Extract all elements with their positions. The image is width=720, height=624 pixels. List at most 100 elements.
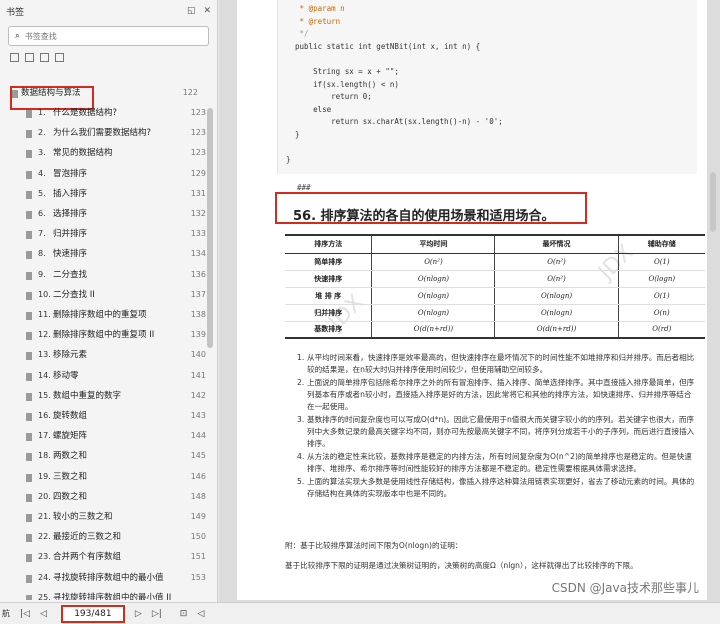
bookmark-icon <box>26 413 32 421</box>
bookmark-item[interactable]: 11. 删除排序数组中的重复项 138 <box>26 310 210 321</box>
bookmark-item[interactable]: 8. 快速排序 134 <box>26 249 210 260</box>
bookmark-title: 合并两个有序数组 <box>53 552 122 563</box>
bookmark-item[interactable]: 4. 冒泡排序 129 <box>26 169 210 180</box>
pin-icon[interactable]: ◱ <box>187 6 196 16</box>
page-indicator[interactable]: 193/481 <box>60 604 125 623</box>
bookmark-icon <box>26 594 32 600</box>
bookmark-item[interactable]: 1. 什么是数据结构? 123 <box>26 108 210 119</box>
bookmark-item[interactable]: 2. 为什么我们需要数据结构? 123 <box>26 128 210 139</box>
bookmark-item[interactable]: 7. 归并排序 133 <box>26 229 210 240</box>
bookmark-item[interactable]: 23. 合并两个有序数组 151 <box>26 552 210 563</box>
note-item: 5. 上面的算法实现大多数是使用线性存储结构，像插入排序这种算法用链表实现更好，省… <box>297 476 697 500</box>
bookmark-item[interactable]: 22. 最接近的三数之和 150 <box>26 532 210 543</box>
bookmark-item[interactable]: 10. 二分查找 II 137 <box>26 290 210 301</box>
nav-label: 航 <box>2 609 10 618</box>
bookmark-item[interactable]: 5. 插入排序 131 <box>26 189 210 200</box>
bookmark-title: 归并排序 <box>53 229 88 240</box>
table-cell: O(nlogn) <box>371 304 496 322</box>
bookmark-item[interactable]: 12. 删除排序数组中的重复项 II 139 <box>26 330 210 341</box>
bookmark-page: 151 <box>190 552 206 562</box>
bookmark-item[interactable]: 19. 三数之和 146 <box>26 472 210 483</box>
bookmark-number: 25. <box>38 592 51 600</box>
bookmark-title: 二分查找 <box>53 269 88 280</box>
bookmark-icon <box>26 190 32 199</box>
code-line: else <box>286 104 332 114</box>
bookmark-item[interactable]: 21. 较小的三数之和 149 <box>26 512 210 523</box>
bookmark-item[interactable]: 16. 旋转数组 143 <box>26 411 210 422</box>
bookmark-page: 141 <box>190 370 206 380</box>
bookmark-page: 122 <box>182 88 198 97</box>
bookmark-page: 145 <box>190 451 206 461</box>
table-cell: O(rd) <box>618 321 705 339</box>
code-line: * @param n <box>286 4 345 13</box>
bookmark-icon <box>26 170 32 179</box>
bookmark-item[interactable]: 3. 常见的数据结构 123 <box>26 148 210 159</box>
close-icon[interactable]: ✕ <box>203 6 211 16</box>
bookmark-page: 133 <box>190 229 206 239</box>
bookmark-number: 7. <box>38 229 46 239</box>
delete-bookmark-icon[interactable] <box>55 52 64 62</box>
bookmark-item[interactable]: 14. 移动零 141 <box>26 371 210 382</box>
table-cell: O(n²) <box>494 253 619 271</box>
bookmark-search-input[interactable] <box>24 31 175 41</box>
bookmark-number: 16. <box>38 411 51 420</box>
bookmark-icon <box>26 493 32 502</box>
next-page-icon[interactable]: ▷ <box>135 609 142 619</box>
pdf-page: JDX JDX JDX * @param n * @return */ publ… <box>237 0 707 600</box>
bookmark-number: 5. <box>38 188 46 198</box>
code-line: * @return <box>286 16 341 26</box>
bookmark-item[interactable]: 17. 螺旋矩阵 144 <box>26 431 210 442</box>
bookmark-item[interactable]: 20. 四数之和 148 <box>26 492 210 503</box>
bookmark-item[interactable]: 18. 两数之和 145 <box>26 451 210 462</box>
document-scrollbar[interactable] <box>710 0 718 600</box>
bookmark-sidebar: 书签 ◱ ✕ ⌕ 数据结构与算法 122 1. 什么是数据结构? 123 2. 为什么我… <box>0 0 218 602</box>
prev-page-icon[interactable]: ◁ <box>40 609 47 619</box>
bookmark-page: 123 <box>190 148 206 158</box>
bookmark-title: 两数之和 <box>53 451 88 462</box>
bookmark-item[interactable]: 6. 选择排序 132 <box>26 209 210 220</box>
bookmark-number: 8. <box>38 249 46 259</box>
bookmark-page: 150 <box>190 532 206 542</box>
bookmark-page: 131 <box>190 188 206 198</box>
sidebar-scrollbar[interactable] <box>207 108 213 348</box>
bookmark-number: 14. <box>38 370 51 380</box>
bookmark-item[interactable]: 25. 寻找旋转排序数组中的最小值 II <box>26 593 210 600</box>
proof-body: 基于比较排序下限的证明是通过决策树证明的，决策树的高度Ω（nlgn），这样就得出… <box>285 561 638 570</box>
bookmark-page: 146 <box>190 471 206 481</box>
bookmark-item[interactable]: 9. 二分查找 136 <box>26 270 210 281</box>
bookmark-item[interactable]: 13. 移除元素 140 <box>26 350 210 361</box>
notes-list: 1. 从平均时间来看，快速排序是效率最高的，但快速排序在最坏情况下的时间性能不如堆… <box>297 352 697 501</box>
bookmark-number: 22. <box>38 532 51 542</box>
bookmark-item[interactable]: 24. 寻找旋转排序数组中的最小值 153 <box>26 573 210 584</box>
bookmark-title: 选择排序 <box>53 209 88 219</box>
bookmark-root-item[interactable]: 数据结构与算法 122 <box>12 88 210 99</box>
bookmark-item[interactable]: 15. 数组中重复的数字 142 <box>26 391 210 402</box>
bookmark-search[interactable]: ⌕ <box>8 26 209 46</box>
expand-all-icon[interactable] <box>10 52 19 62</box>
last-page-icon[interactable]: ▷| <box>152 609 162 619</box>
bookmark-number: 18. <box>38 451 51 461</box>
code-line: */ <box>286 29 309 39</box>
bookmark-title: 为什么我们需要数据结构? <box>53 128 152 139</box>
collapse-all-icon[interactable] <box>25 52 34 62</box>
back-icon[interactable]: ◁ <box>197 609 204 619</box>
bookmark-title: 常见的数据结构 <box>53 148 113 159</box>
table-cell: O(nlogn) <box>494 304 619 322</box>
bookmark-icon <box>12 90 18 98</box>
bookmark-tree: 数据结构与算法 122 1. 什么是数据结构? 123 2. 为什么我们需要数据结构? 1… <box>0 72 210 600</box>
bookmark-number: 3. <box>38 148 46 158</box>
add-bookmark-icon[interactable] <box>40 52 49 62</box>
scroll-thumb[interactable] <box>710 172 716 232</box>
code-line: String sx = x + ""; <box>286 67 399 76</box>
fit-page-icon[interactable]: ⊡ <box>180 609 188 619</box>
first-page-icon[interactable]: |◁ <box>20 609 30 619</box>
table-header: 辅助存储 <box>618 234 705 254</box>
table-row: 简单排序 O(n²) O(n²) O(1) <box>285 253 705 271</box>
bookmark-icon <box>26 130 32 139</box>
table-cell: O(nlogn) <box>494 287 619 305</box>
bookmark-title: 较小的三数之和 <box>53 512 113 522</box>
bookmark-icon <box>26 231 32 240</box>
bookmark-number: 19. <box>38 471 51 481</box>
bookmark-page: 129 <box>190 168 206 178</box>
code-line: if(sx.length() < n) <box>286 79 399 89</box>
